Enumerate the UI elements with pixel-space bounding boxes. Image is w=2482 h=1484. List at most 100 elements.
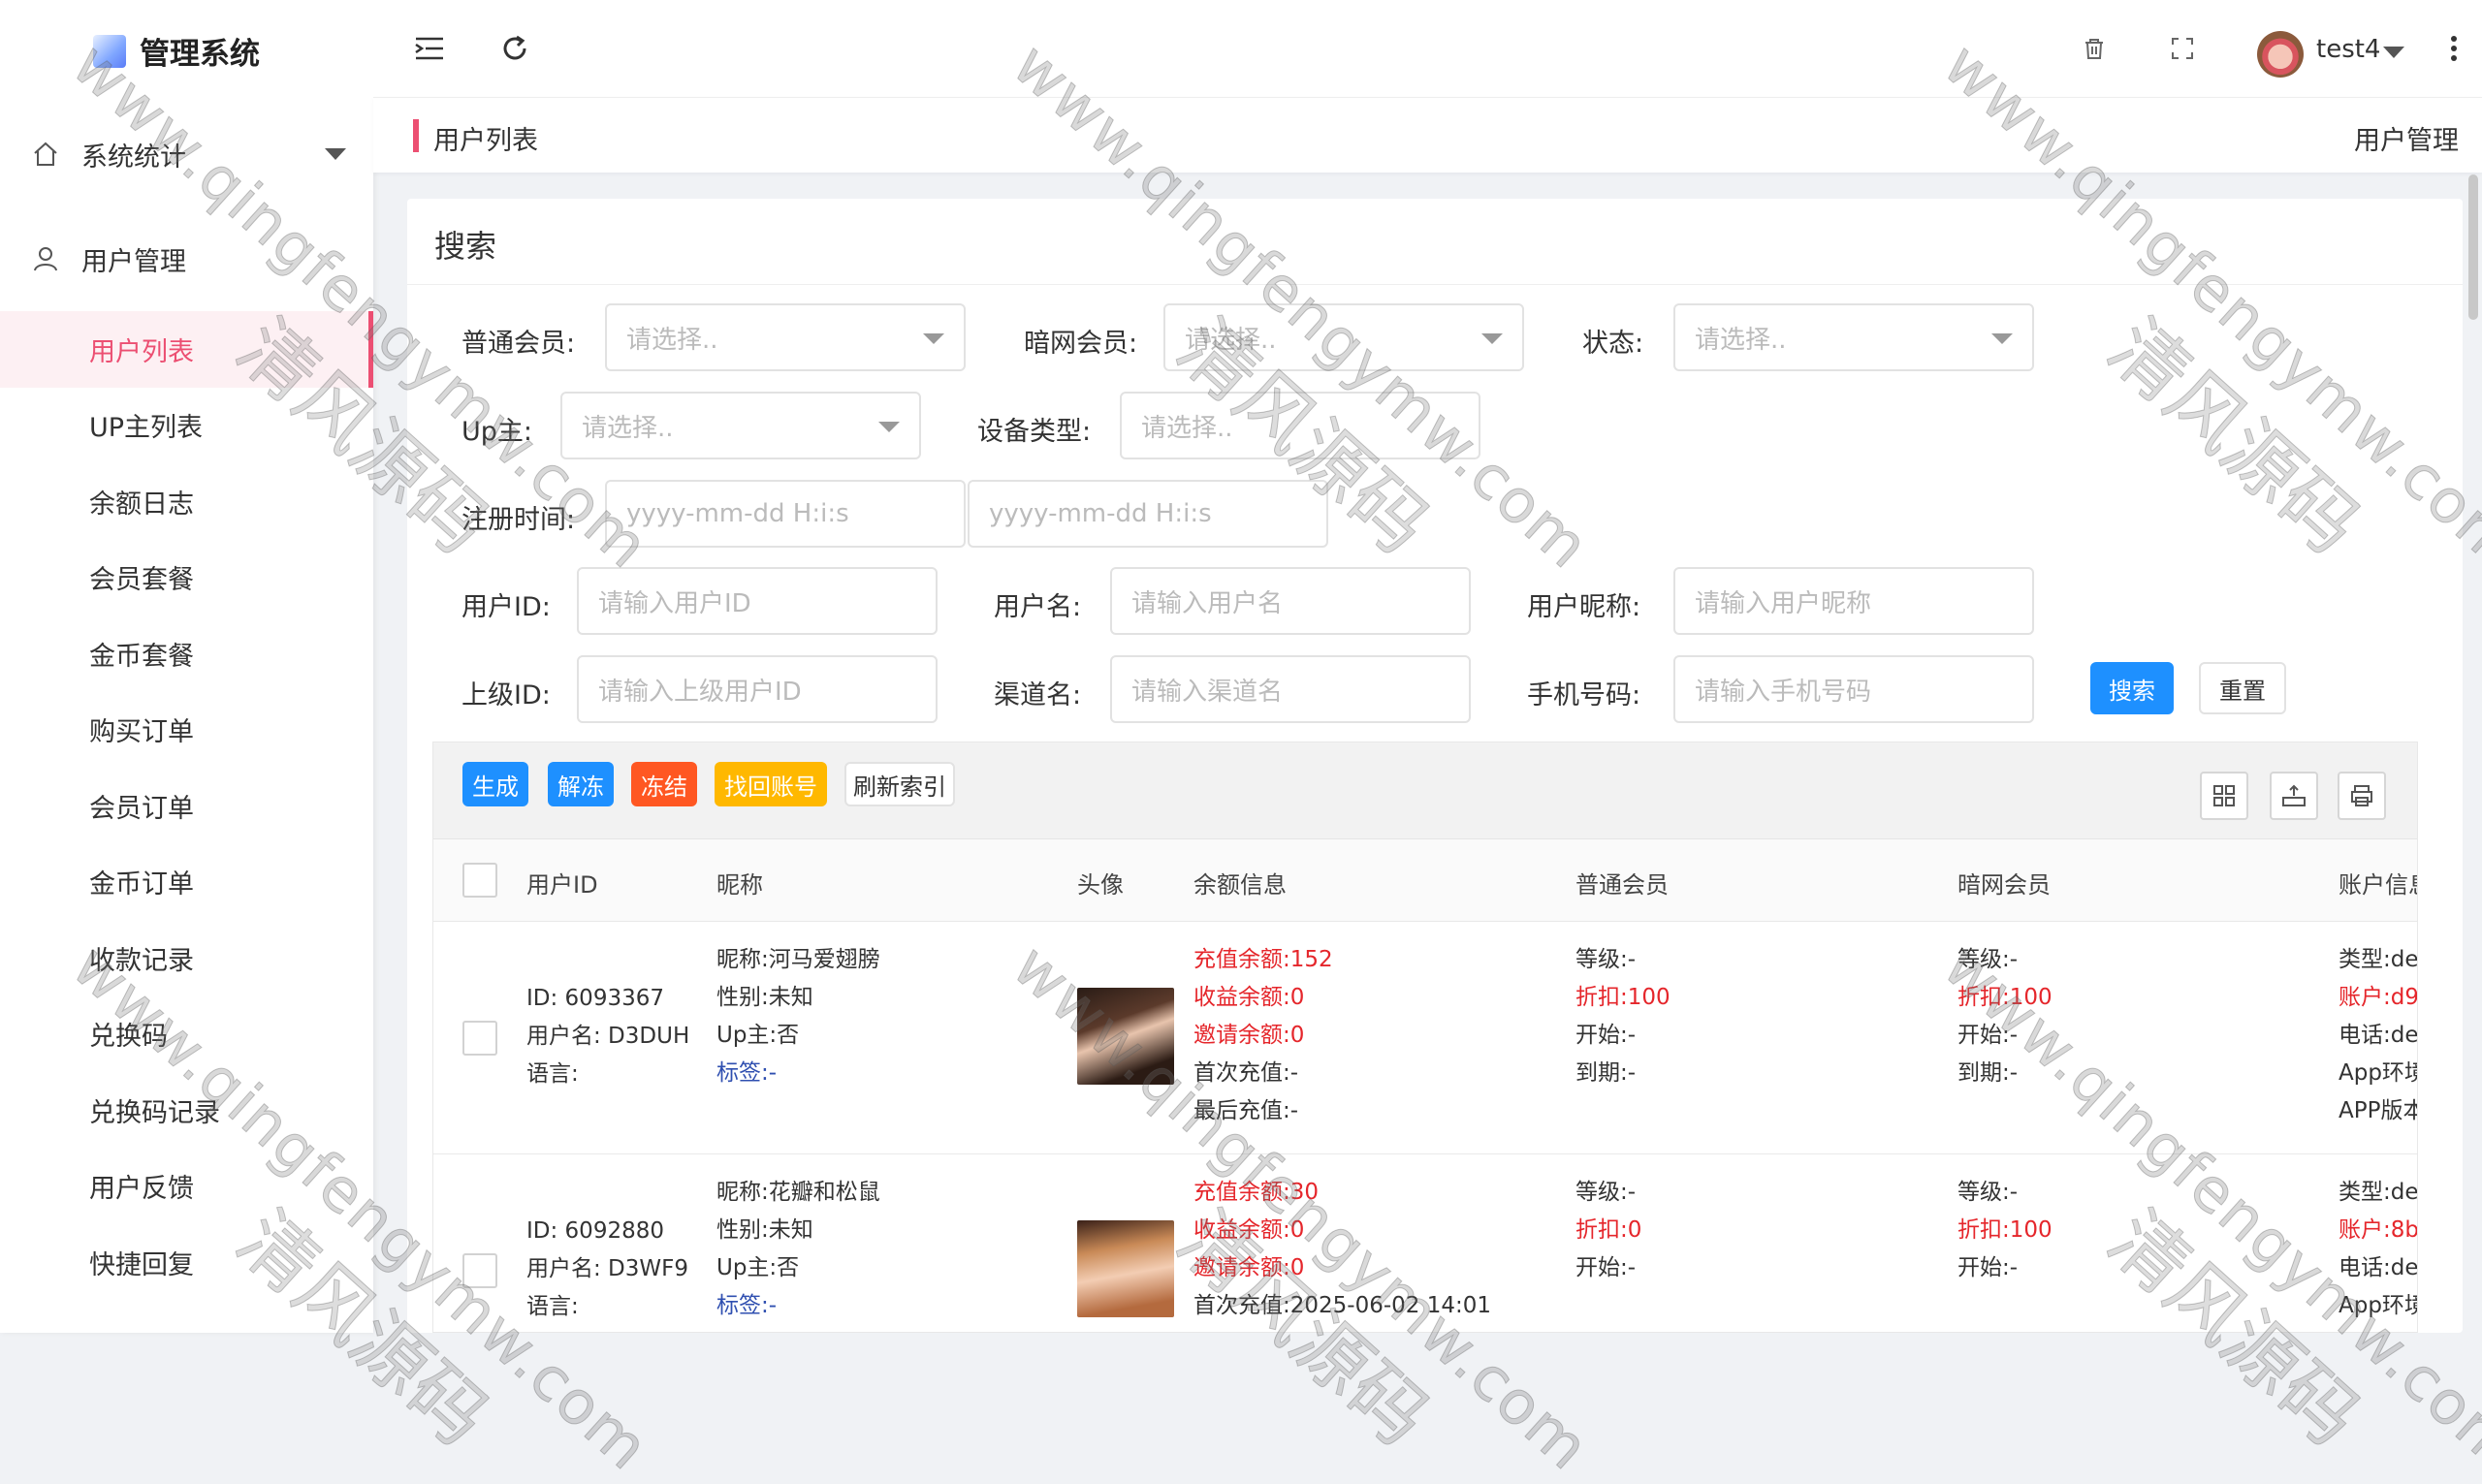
menu-group-label: 系统统计 — [81, 142, 186, 173]
register-time-end-input[interactable]: yyyy-mm-dd H:i:s — [968, 480, 1328, 548]
invite-balance: 邀请余额:0 — [1193, 1255, 1305, 1280]
avatar[interactable] — [1077, 1220, 1174, 1317]
home-icon — [31, 140, 60, 169]
chevron-down-icon[interactable] — [2383, 47, 2404, 58]
sidebar-item-coin-plans[interactable]: 金币套餐 — [0, 616, 373, 692]
breadcrumb-section[interactable]: 用户管理 — [2354, 119, 2459, 157]
scrollbar[interactable] — [2468, 174, 2478, 320]
select-all-checkbox[interactable] — [462, 863, 497, 898]
column-header[interactable]: 普通会员 — [1575, 866, 1669, 900]
user-id-label: 用户ID: — [461, 592, 551, 622]
column-header[interactable]: 用户ID — [526, 866, 598, 900]
placeholder: 请输入上级用户ID — [598, 677, 802, 707]
sidebar-item-up-list[interactable]: UP主列表 — [0, 388, 373, 464]
sidebar-item-member-orders[interactable]: 会员订单 — [0, 768, 373, 844]
sidebar-item-feedback[interactable]: 用户反馈 — [0, 1149, 373, 1225]
member-start: 开始:- — [1575, 1023, 1637, 1048]
nickname-input[interactable]: 请输入用户昵称 — [1673, 567, 2034, 635]
sidebar-item-payment-records[interactable]: 收款记录 — [0, 920, 373, 996]
user-id-input[interactable]: 请输入用户ID — [577, 567, 938, 635]
column-header[interactable]: 昵称 — [716, 866, 763, 900]
export-icon[interactable] — [2270, 772, 2318, 820]
up-label: Up主: — [461, 417, 532, 447]
phone-label: 手机号码: — [1527, 680, 1641, 710]
sidebar-item-balance-log[interactable]: 余额日志 — [0, 463, 373, 540]
sidebar-item-member-plans[interactable]: 会员套餐 — [0, 540, 373, 616]
refresh-index-button[interactable]: 刷新索引 — [844, 762, 955, 806]
nickname: 昵称:花瓣和松鼠 — [716, 1180, 880, 1205]
generate-button[interactable]: 生成 — [462, 762, 528, 806]
refresh-icon[interactable] — [495, 29, 534, 68]
placeholder: 请输入用户ID — [598, 588, 751, 618]
table-row[interactable]: ID: 6092880 用户名: D3WF9 语言: 昵称:花瓣和松鼠 性别:未… — [433, 1154, 2418, 1332]
channel-input[interactable]: 请输入渠道名 — [1110, 655, 1471, 723]
normal-member-cell: 等级:- 折扣:100 开始:- 到期:- — [1575, 941, 1944, 1092]
column-header[interactable]: 余额信息 — [1193, 866, 1287, 900]
phone-input[interactable]: 请输入手机号码 — [1673, 655, 2034, 723]
register-time-label: 注册时间: — [461, 505, 576, 535]
avatar[interactable] — [2257, 31, 2304, 78]
print-icon[interactable] — [2338, 772, 2386, 820]
last-recharge: 最后充值:- — [1193, 1098, 1299, 1123]
unfreeze-button[interactable]: 解冻 — [548, 762, 614, 806]
parent-id-input[interactable]: 请输入上级用户ID — [577, 655, 938, 723]
user-id: ID: 6093367 — [526, 986, 664, 1011]
username[interactable]: test4 — [2316, 35, 2380, 64]
more-vertical-icon[interactable] — [2434, 29, 2473, 68]
normal-member-select[interactable]: 请选择.. — [605, 303, 966, 371]
account-type: 类型:de — [2339, 947, 2418, 972]
parent-id-label: 上级ID: — [461, 680, 551, 710]
search-card: 搜索 普通会员: 请选择.. 暗网会员: 请选择.. 状态: 请选择.. Up主… — [407, 199, 2463, 1333]
sidebar-item-coin-orders[interactable]: 金币订单 — [0, 844, 373, 921]
avatar[interactable] — [1077, 988, 1174, 1085]
freeze-button[interactable]: 冻结 — [631, 762, 697, 806]
topbar: test4 — [373, 0, 2482, 97]
account-id: 账户:d9 — [2339, 985, 2418, 1010]
register-time-start-input[interactable]: yyyy-mm-dd H:i:s — [605, 480, 966, 548]
gender: 性别:未知 — [716, 1217, 813, 1243]
reset-button[interactable]: 重置 — [2199, 662, 2286, 714]
recharge-balance: 充值余额:152 — [1193, 947, 1333, 972]
account-phone: 电话:de — [2339, 1255, 2418, 1280]
search-title: 搜索 — [434, 228, 497, 265]
sidebar-item-user-list[interactable]: 用户列表 — [0, 311, 373, 388]
member-end: 到期:- — [1957, 1060, 2019, 1086]
sidebar-item-purchase-orders[interactable]: 购买订单 — [0, 692, 373, 769]
account-cell: 类型:de 账户:d9 电话:de App环境 APP版本 — [2339, 941, 2418, 1130]
search-button[interactable]: 搜索 — [2090, 662, 2174, 714]
column-header[interactable]: 头像 — [1077, 866, 1124, 900]
menu-group-user-management[interactable]: 用户管理 — [0, 206, 373, 311]
up-status: Up主:否 — [716, 1255, 800, 1280]
placeholder: 请选择.. — [582, 413, 674, 443]
username-label: 用户名: — [994, 592, 1082, 622]
status-select[interactable]: 请选择.. — [1673, 303, 2034, 371]
device-type-select[interactable]: 请选择.. — [1120, 392, 1480, 459]
column-header[interactable]: 账户信息 — [2339, 866, 2417, 900]
table-row[interactable]: ID: 6093367 用户名: D3DUH 语言: 昵称:河马爱翅膀 性别:未… — [433, 922, 2417, 1154]
columns-icon[interactable] — [2200, 772, 2248, 820]
account-id: 账户:8b — [2339, 1217, 2418, 1243]
invite-balance: 邀请余额:0 — [1193, 1023, 1305, 1048]
dark-member-select[interactable]: 请选择.. — [1163, 303, 1524, 371]
row-checkbox[interactable] — [462, 1021, 497, 1056]
username-input[interactable]: 请输入用户名 — [1110, 567, 1471, 635]
column-header[interactable]: 暗网会员 — [1957, 866, 2051, 900]
tag: 标签:- — [716, 1293, 778, 1318]
trash-icon[interactable] — [2075, 29, 2114, 68]
up-select[interactable]: 请选择.. — [560, 392, 921, 459]
sidebar-item-redeem-records[interactable]: 兑换码记录 — [0, 1072, 373, 1149]
member-level: 等级:- — [1575, 947, 1637, 972]
row-checkbox[interactable] — [462, 1253, 497, 1288]
member-start: 开始:- — [1957, 1023, 2019, 1048]
menu-fold-icon[interactable] — [410, 29, 449, 68]
fullscreen-icon[interactable] — [2163, 29, 2202, 68]
logo[interactable]: 管理系统 — [0, 0, 373, 102]
sidebar-item-redeem-codes[interactable]: 兑换码 — [0, 996, 373, 1073]
menu-group-statistics[interactable]: 系统统计 — [0, 102, 373, 206]
account-version: APP版本 — [2339, 1098, 2418, 1123]
chevron-down-icon — [878, 422, 900, 432]
balance-cell: 充值余额:152 收益余额:0 邀请余额:0 首次充值:- 最后充值:- — [1193, 941, 1562, 1130]
recover-account-button[interactable]: 找回账号 — [715, 762, 827, 806]
sidebar-item-quick-reply[interactable]: 快捷回复 — [0, 1224, 373, 1301]
user-id: ID: 6092880 — [526, 1218, 664, 1244]
